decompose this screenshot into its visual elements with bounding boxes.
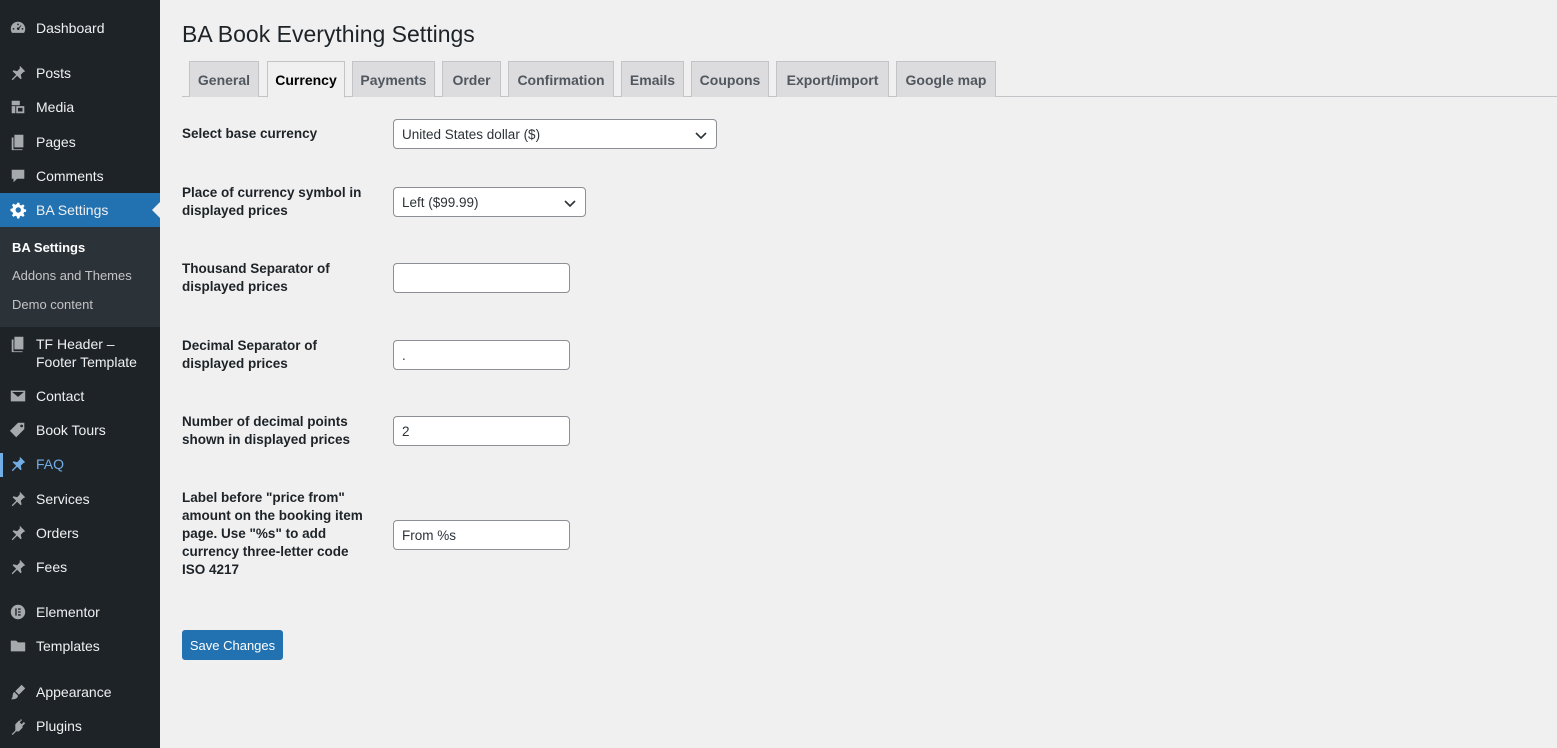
pin-icon [0,455,36,473]
ba-settings-submenu: BA Settings Addons and Themes Demo conte… [0,227,160,327]
menu-item-label: Services [36,491,90,507]
decimal-separator-input[interactable]: . [393,340,570,370]
save-changes-button[interactable]: Save Changes [182,630,283,660]
tag-icon [0,421,36,439]
menu-item-services[interactable]: Services [0,490,160,508]
menu-item-contact[interactable]: Contact [0,387,160,405]
symbol-place-label: Place of currency symbol in displayed pr… [182,185,362,218]
settings-tabs: General Currency Payments Order Confirma… [182,61,1557,98]
menu-item-label: Dashboard [36,20,105,36]
comment-icon [0,167,36,185]
menu-item-dashboard[interactable]: Dashboard [0,19,160,37]
menu-item-label: Elementor [36,604,100,620]
pages-icon [0,335,36,353]
media-icon [0,98,36,116]
submenu-item-addons-themes[interactable]: Addons and Themes [12,267,132,285]
pages-icon [0,133,36,151]
menu-item-label: BA Settings [36,202,109,218]
menu-item-label: Pages [36,134,76,150]
menu-item-label: Orders [36,525,79,541]
submenu-item-ba-settings[interactable]: BA Settings [12,239,85,257]
menu-item-media[interactable]: Media [0,98,160,116]
menu-item-templates[interactable]: Templates [0,637,160,655]
menu-item-comments[interactable]: Comments [0,167,160,185]
folder-icon [0,637,36,655]
menu-item-label: TF Header – Footer Template [36,336,137,370]
tab-general[interactable]: General [189,61,259,97]
thousand-separator-label: Thousand Separator of displayed prices [182,261,330,294]
menu-item-label: Comments [36,168,104,184]
menu-item-label: Posts [36,65,72,81]
symbol-place-value: Left ($99.99) [402,194,479,210]
pin-icon [0,490,36,508]
base-currency-select[interactable]: United States dollar ($) [393,119,717,149]
pin-icon [0,558,36,576]
current-menu-arrow [152,202,160,218]
menu-item-label: Contact [36,388,85,404]
menu-item-label: Templates [36,638,100,654]
menu-item-posts[interactable]: Posts [0,64,160,82]
menu-item-book-tours[interactable]: Book Tours [0,421,160,439]
elementor-icon [0,603,36,621]
tab-confirmation[interactable]: Confirmation [508,61,614,97]
plugin-icon [0,717,36,735]
brush-icon [0,683,36,701]
tab-export-import[interactable]: Export/import [776,61,889,97]
price-from-input[interactable]: From %s [393,520,570,550]
decimal-points-input[interactable]: 2 [393,416,570,446]
tab-coupons[interactable]: Coupons [691,61,769,97]
menu-item-label: Plugins [36,718,82,734]
decimal-points-label: Number of decimal points shown in displa… [182,414,351,447]
chevron-down-icon [563,196,577,210]
pin-icon [0,64,36,82]
price-from-label: Label before "price from" amount on the … [182,490,363,577]
symbol-place-select[interactable]: Left ($99.99) [393,187,586,217]
tab-currency[interactable]: Currency [267,61,345,98]
tab-order[interactable]: Order [442,61,501,97]
menu-item-elementor[interactable]: Elementor [0,603,160,621]
menu-item-appearance[interactable]: Appearance [0,683,160,701]
pin-icon [0,524,36,542]
menu-item-orders[interactable]: Orders [0,524,160,542]
menu-item-label: Fees [36,559,68,575]
gear-icon [0,201,36,219]
admin-sidebar: Dashboard Posts Media Pages Comments BA … [0,0,160,748]
tab-google-map[interactable]: Google map [896,61,996,97]
menu-item-tf-header-footer[interactable]: TF Header – Footer Template [0,335,160,371]
decimal-separator-label: Decimal Separator of displayed prices [182,338,318,371]
submenu-item-demo-content[interactable]: Demo content [12,296,93,314]
tab-payments[interactable]: Payments [352,61,435,97]
base-currency-label: Select base currency [182,126,318,141]
base-currency-value: United States dollar ($) [402,126,541,142]
menu-item-ba-settings[interactable]: BA Settings [0,193,160,227]
chevron-down-icon [694,128,708,142]
thousand-separator-input[interactable] [393,263,570,293]
menu-item-pages[interactable]: Pages [0,133,160,151]
menu-item-label: Book Tours [36,422,106,438]
mail-icon [0,387,36,405]
menu-item-label: Appearance [36,684,112,700]
page-title: BA Book Everything Settings [182,21,475,47]
dashboard-icon [0,19,36,37]
tab-emails[interactable]: Emails [621,61,684,97]
menu-item-label: Media [36,99,75,115]
menu-item-label: FAQ [36,456,65,472]
menu-item-faq[interactable]: FAQ [0,455,160,473]
menu-item-fees[interactable]: Fees [0,558,160,576]
menu-item-plugins[interactable]: Plugins [0,717,160,735]
